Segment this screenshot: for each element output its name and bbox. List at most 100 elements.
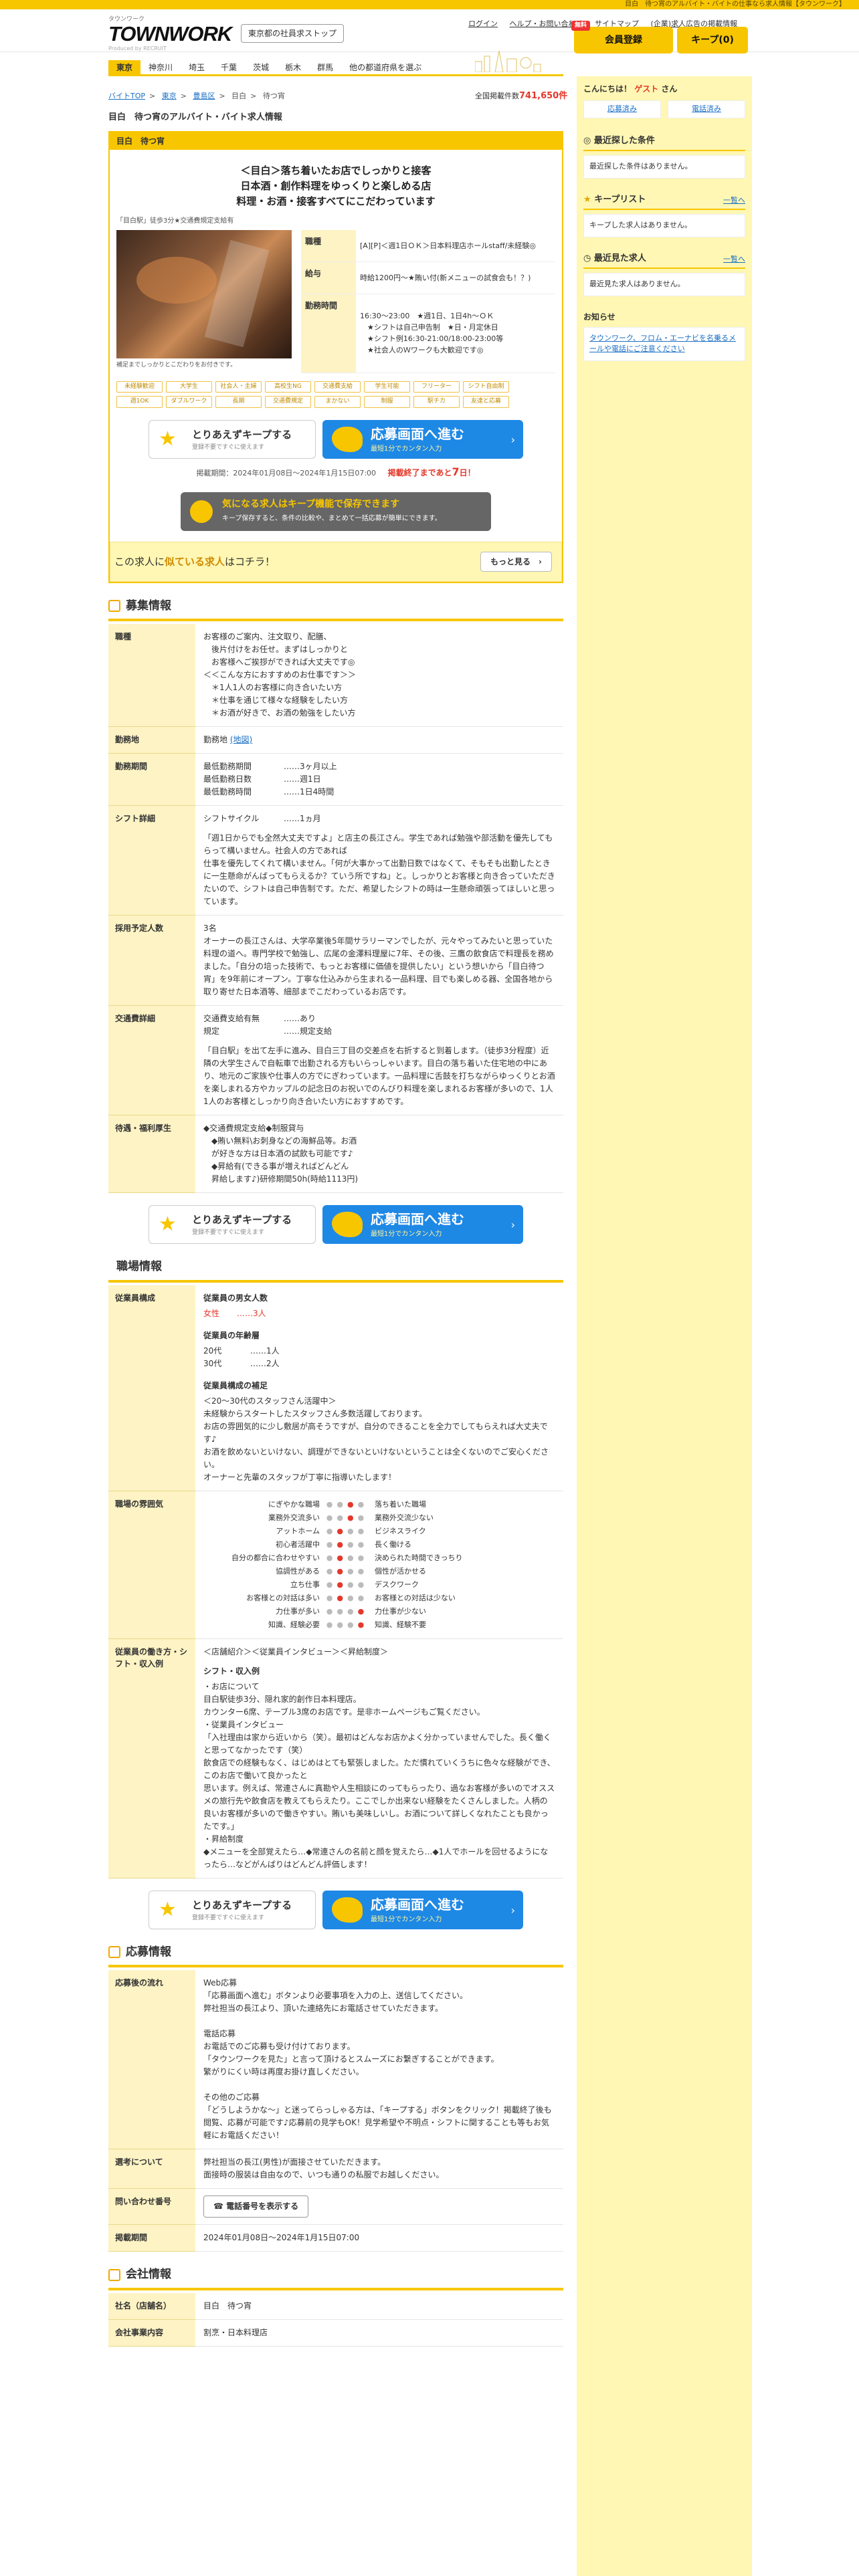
kv-row: 最低勤務期間 ……3ヶ月以上 xyxy=(203,760,555,773)
atmosphere-left: 力仕事が多い xyxy=(276,1606,320,1616)
more-button[interactable]: もっと見る › xyxy=(480,551,552,572)
nav-kanagawa[interactable]: 神奈川 xyxy=(140,60,181,74)
box-head: ★ キープリスト 一覧へ xyxy=(583,193,745,210)
nav-ibaraki[interactable]: 茨城 xyxy=(245,60,277,74)
section-title: 職場情報 xyxy=(116,1260,162,1273)
kv-row: 30代 ……2人 xyxy=(203,1358,555,1370)
info-row: 掲載期間 2024年01月08日～2024年1月15日07:00 xyxy=(108,2224,563,2252)
recent-job-link[interactable]: 一覧へ xyxy=(723,254,745,265)
atmosphere-dot: ● xyxy=(357,1566,369,1576)
atmosphere-dots: ●●●● xyxy=(324,1618,371,1632)
recent-cond-title: 最近探した条件 xyxy=(593,135,655,146)
atmosphere-dots: ●●●● xyxy=(324,1498,371,1511)
crumb-tokyo[interactable]: 東京 xyxy=(162,92,177,100)
star-icon: ★ xyxy=(159,427,177,451)
nav-tochigi[interactable]: 栃木 xyxy=(277,60,309,74)
info-label: 待遇・福利厚生 xyxy=(108,1115,195,1193)
crumb-toshima[interactable]: 豊島区 xyxy=(193,92,215,100)
station-info: 「目白駅」徒歩3分★交通費規定支給有 xyxy=(116,217,234,225)
section-shokuba: 職場情報 xyxy=(108,1259,563,1283)
store-button[interactable]: 東京都の社員求ストップ xyxy=(241,24,345,43)
keep-button[interactable]: ★ とりあえずキープする 登録不要ですぐに使えます xyxy=(149,1205,316,1244)
count-label: 全国掲載件数 xyxy=(475,92,519,100)
top-banner: 目白 待つ宵のアルバイト・バイトの仕事なら求人情報【タウンワーク】 xyxy=(0,0,859,9)
age-title: 従業員の年齢層 xyxy=(203,1330,260,1340)
boshu-table: 職種 お客様のご案内、注文取り、配膳、 後片付けをお任せ。まずはしっかりと お客様… xyxy=(108,624,563,1193)
job-photo xyxy=(116,230,292,358)
atmosphere-right: 知識、経験不要 xyxy=(375,1620,426,1629)
show-phone-button[interactable]: ☎ 電話番号を表示する xyxy=(203,2195,309,2218)
kv-val: ……1ヵ月 xyxy=(284,814,321,823)
nav-chiba[interactable]: 千葉 xyxy=(213,60,245,74)
nav-other[interactable]: 他の都道府県を選ぶ xyxy=(341,60,430,74)
register-button[interactable]: 無料 会員登録 xyxy=(571,21,673,53)
keep-button[interactable]: ★ とりあえずキープする 登録不要ですぐに使えます xyxy=(149,419,316,459)
keep-list-link[interactable]: 一覧へ xyxy=(723,195,745,207)
info-row: 勤務期間 最低勤務期間 ……3ヶ月以上 最低勤務日数 ……週1日 最低勤務時間 ……1… xyxy=(108,753,563,806)
kv-key: 最低勤務時間 xyxy=(203,787,252,796)
atmosphere-left: アットホーム xyxy=(276,1526,320,1535)
notice-link[interactable]: タウンワーク、フロム・エーナビを名乗るメールや電話にご注意ください xyxy=(583,326,745,361)
similar-highlight: 似ている求人 xyxy=(165,555,225,568)
bird-icon xyxy=(332,1897,363,1923)
nav-saitama[interactable]: 埼玉 xyxy=(181,60,213,74)
similar-pre: この求人に xyxy=(114,555,165,568)
apply-button[interactable]: 応募画面へ進む 最短1分でカンタン入力 › xyxy=(322,419,523,459)
kv-row: 最低勤務日数 ……週1日 xyxy=(203,773,555,786)
feature-tag: 交通費規定 xyxy=(265,396,311,408)
map-link[interactable]: (地図) xyxy=(230,735,252,744)
section-title: 募集情報 xyxy=(126,599,171,613)
kv-row: 最低勤務時間 ……1日4時間 xyxy=(203,786,555,798)
deadline: 掲載終了まであと7日！ xyxy=(388,465,476,478)
info-row: 交通費詳細 交通費支給有無 ……あり 規定 ……規定支給 「目白駅」を出て左手に進み… xyxy=(108,1005,563,1115)
nav-tokyo[interactable]: 東京 xyxy=(108,60,141,74)
atmosphere-right: 落ち着いた職場 xyxy=(375,1499,426,1509)
atmosphere-dots: ●●●● xyxy=(324,1551,371,1565)
applied-link[interactable]: 応募済み xyxy=(583,100,661,118)
atmosphere-dot: ● xyxy=(347,1606,358,1616)
info-value: 最低勤務期間 ……3ヶ月以上 最低勤務日数 ……週1日 最低勤務時間 ……1日4時間 xyxy=(195,753,563,806)
crumb-sep: > xyxy=(180,92,187,100)
atmosphere-dot: ● xyxy=(337,1606,347,1616)
box-title: ◷ 最近見た求人 xyxy=(583,252,646,265)
kv-val: ……週1日 xyxy=(284,774,321,784)
atmosphere-dot: ● xyxy=(357,1593,369,1602)
job-header: 目白 待つ宵 xyxy=(110,132,562,150)
box-title: ★ キープリスト xyxy=(583,193,646,207)
apply-button[interactable]: 応募画面へ進む 最短1分でカンタン入力 › xyxy=(322,1890,523,1929)
info-label: 職場の雰囲気 xyxy=(108,1491,195,1639)
apply-button[interactable]: 応募画面へ進む 最短1分でカンタン入力 › xyxy=(322,1205,523,1244)
crumb-top[interactable]: バイトTOP xyxy=(108,92,145,100)
clock-icon: ◷ xyxy=(583,253,594,263)
nav-gunma[interactable]: 群馬 xyxy=(309,60,341,74)
kv-val: ……3人 xyxy=(237,1308,266,1318)
atmosphere-dots: ●●●● xyxy=(324,1538,371,1551)
guest-name: ゲスト xyxy=(634,84,659,94)
atmosphere-row: アットホーム ●●●● ビジネスライク xyxy=(203,1525,555,1538)
kv-key: 女性 xyxy=(203,1308,220,1318)
free-badge: 無料 xyxy=(571,21,591,31)
kv-val: ……あり xyxy=(284,1014,316,1023)
box-body: 最近見た求人はありません。 xyxy=(583,273,745,296)
photo-wrap: 補足までしっかりとこだわりをお付きです。 xyxy=(116,230,292,373)
called-link[interactable]: 電話済み xyxy=(668,100,745,118)
atmosphere-right: 決められた時間できっちり xyxy=(375,1553,463,1562)
info-label: 勤務地 xyxy=(108,726,195,754)
keep-list-button[interactable]: キープ(0) xyxy=(677,27,748,53)
info-label: 社名（店舗名） xyxy=(108,2292,195,2320)
cta-row: ★ とりあえずキープする 登録不要ですぐに使えます 応募画面へ進む 最短1分でカ… xyxy=(108,1890,563,1929)
atmosphere-right: 長く働ける xyxy=(375,1539,411,1549)
info-value: 3名 オーナーの長江さんは、大学卒業後5年間サラリーマンでしたが、元々やってみた… xyxy=(195,915,563,1006)
atmosphere-dot: ● xyxy=(326,1539,337,1549)
catch-line: ＜目白＞落ち着いたお店でしっかりと接客 xyxy=(240,165,432,177)
phone-icon: ☎ xyxy=(213,2202,227,2211)
hello-text: こんにちは！ xyxy=(583,84,632,94)
keep-banner[interactable]: 気になる求人はキープ機能で保存できます キープ保存すると、条件の比較や、まとめて… xyxy=(181,492,491,531)
login-link[interactable]: ログイン xyxy=(468,19,498,28)
atmosphere-row: 初心者活躍中 ●●●● 長く働ける xyxy=(203,1538,555,1551)
keep-button[interactable]: ★ とりあえずキープする 登録不要ですぐに使えます xyxy=(149,1890,316,1929)
townwork-logo[interactable]: タウンワーク TOWNWORK Produced by RECRUIT xyxy=(108,16,232,52)
atmosphere-dot-active: ● xyxy=(347,1513,358,1522)
detail-row: 勤務時間 16:30～23:00 ★週1日、1日4h～ＯＫ ★シフトは自己申告制 … xyxy=(301,294,555,373)
atmosphere-row: 協調性がある ●●●● 個性が活かせる xyxy=(203,1565,555,1578)
